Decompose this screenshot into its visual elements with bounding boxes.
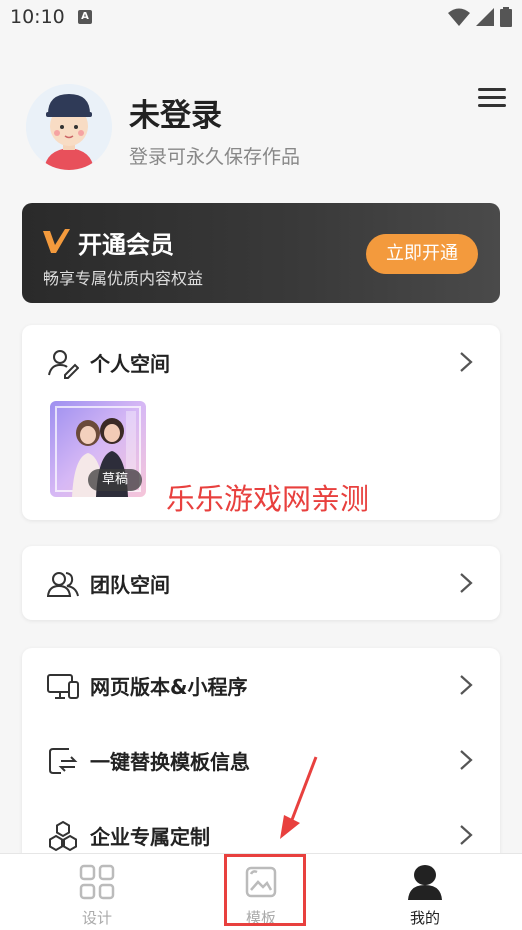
- team-space-row[interactable]: 团队空间: [22, 548, 500, 618]
- chevron-right-icon: [460, 573, 473, 593]
- vip-logo-icon: [43, 229, 70, 253]
- chevron-right-icon: [460, 750, 473, 770]
- tab-design[interactable]: 设计: [37, 854, 157, 930]
- status-icons: [448, 7, 512, 27]
- personal-space-row[interactable]: 个人空间: [22, 327, 500, 397]
- menu-icon: [478, 88, 506, 91]
- avatar[interactable]: [26, 84, 112, 170]
- tab-label: 设计: [81, 909, 112, 927]
- draft-tag: 草稿: [88, 469, 142, 491]
- chevron-right-icon: [460, 675, 473, 695]
- grid-icon: [79, 864, 115, 900]
- wifi-icon: [448, 8, 470, 26]
- login-hint[interactable]: 登录可永久保存作品: [129, 142, 300, 169]
- open-vip-button[interactable]: 立即开通: [366, 234, 478, 274]
- tool-label: 一键替换模板信息: [90, 750, 250, 774]
- vip-banner[interactable]: 开通会员 畅享专属优质内容权益 立即开通: [22, 203, 500, 303]
- tools-card: 网页版本&小程序 一键替换模板信息 企业专属定制: [22, 648, 500, 868]
- tab-mine[interactable]: 我的: [365, 854, 485, 930]
- avatar-illustration: [26, 84, 112, 170]
- battery-icon: [500, 7, 512, 27]
- status-bar: 10:10 A: [0, 0, 522, 36]
- monitor-phone-icon: [47, 674, 79, 699]
- annotation-arrow: [280, 756, 318, 839]
- menu-button[interactable]: [478, 88, 506, 110]
- annotation-highlight-box: [224, 854, 306, 926]
- watermark-text: 乐乐游戏网亲测: [166, 482, 370, 516]
- signal-icon: [476, 8, 494, 26]
- tool-label: 企业专属定制: [90, 825, 210, 849]
- team-space-card[interactable]: 团队空间: [22, 546, 500, 620]
- user-edit-icon: [48, 350, 79, 379]
- swap-icon: [49, 748, 78, 774]
- team-icon: [47, 572, 79, 597]
- profile-header: 未登录 登录可永久保存作品: [26, 84, 506, 174]
- vip-title: 开通会员: [78, 231, 174, 259]
- replace-template-row[interactable]: 一键替换模板信息: [22, 725, 500, 795]
- draft-thumbnail[interactable]: 草稿: [50, 401, 146, 497]
- chevron-right-icon: [460, 825, 473, 845]
- vip-subtitle: 畅享专属优质内容权益: [43, 269, 204, 288]
- personal-space-label: 个人空间: [90, 352, 170, 376]
- team-space-label: 团队空间: [90, 573, 170, 597]
- login-status-title[interactable]: 未登录: [129, 90, 222, 135]
- accessibility-icon: A: [78, 10, 92, 24]
- chevron-right-icon: [460, 352, 473, 372]
- tool-label: 网页版本&小程序: [90, 675, 248, 699]
- tab-label: 我的: [409, 909, 440, 927]
- user-icon: [408, 865, 442, 900]
- status-time: 10:10: [10, 6, 65, 28]
- hexagon-cluster-icon: [49, 820, 77, 852]
- web-miniprogram-row[interactable]: 网页版本&小程序: [22, 650, 500, 720]
